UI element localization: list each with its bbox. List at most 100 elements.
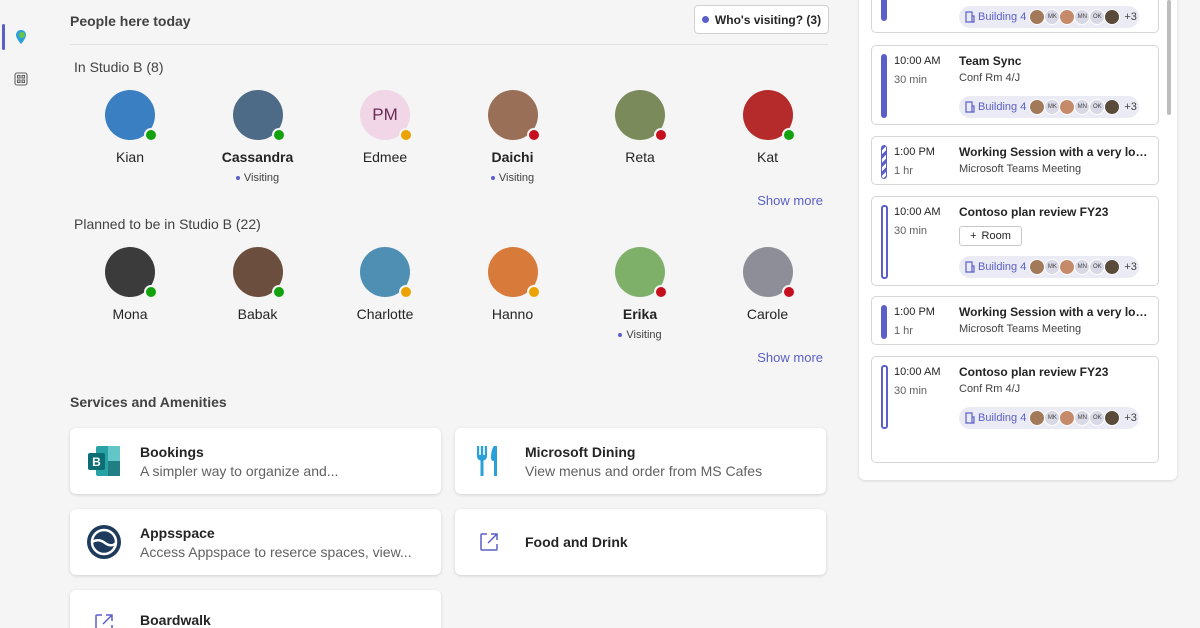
person-card[interactable]: Kian (70, 90, 190, 165)
building-label: Building 4 (978, 101, 1027, 113)
person-card[interactable]: PM Edmee (325, 90, 445, 165)
attendee-avatar (1059, 9, 1076, 25)
person-card[interactable]: Erika Visiting (580, 247, 700, 341)
bookings-icon: B (86, 443, 122, 479)
person-card[interactable]: Daichi Visiting (453, 90, 573, 184)
person-card[interactable]: Mona (70, 247, 190, 322)
service-title: Bookings (140, 443, 204, 460)
person-card[interactable]: Hanno (453, 247, 573, 322)
service-title: Microsoft Dining (525, 443, 636, 460)
visiting-tag: Visiting (198, 172, 318, 184)
avatar (232, 90, 286, 142)
avatar (105, 90, 158, 142)
event-card[interactable]: 10:00 AM 30 min Contoso plan review FY23… (871, 196, 1159, 286)
attendee-avatar (1059, 99, 1076, 115)
attendee-avatar: OK (1089, 9, 1106, 25)
avatar (742, 247, 796, 299)
avatar (105, 247, 158, 299)
avatar (742, 90, 796, 142)
event-duration: 1 hr (894, 165, 913, 177)
person-card[interactable]: Kat (708, 90, 828, 165)
event-time: 1:00 PM (894, 146, 935, 158)
event-card[interactable]: Building 4 MK MN OK +3 (871, 0, 1159, 33)
building-chip[interactable]: Building 4 MK MN OK +3 (959, 407, 1139, 429)
places-app-icon[interactable] (12, 28, 30, 46)
attendee-avatar (1029, 9, 1046, 25)
visiting-tag: Visiting (580, 329, 700, 341)
attendee-avatar: OK (1089, 410, 1106, 426)
service-card-dining[interactable]: Microsoft Dining View menus and order fr… (455, 428, 826, 494)
avatar (615, 247, 668, 299)
visiting-dot-icon (235, 176, 240, 181)
people-list-in-studio: Kian Cassandra Visiting PM Edmee Daichi Visiti… (70, 90, 830, 200)
avatar-initials: PM (372, 105, 398, 124)
service-desc: View menus and order from MS Cafes (525, 462, 763, 479)
event-card[interactable]: 1:00 PM 1 hr Working Session with a very… (871, 136, 1159, 185)
attendee-avatar (1059, 410, 1076, 426)
event-duration: 1 hr (894, 325, 913, 337)
building-chip[interactable]: Building 4 MK MN OK +3 (959, 6, 1139, 28)
building-icon (965, 101, 975, 113)
presence-available-icon (781, 128, 796, 142)
person-card[interactable]: Charlotte (325, 247, 445, 322)
divider (70, 44, 828, 45)
apps-grid-icon[interactable] (12, 70, 30, 88)
building-label: Building 4 (978, 261, 1027, 273)
presence-available-icon (144, 285, 158, 299)
attendee-avatar: MN (1074, 410, 1091, 426)
rail-active-indicator (2, 24, 5, 50)
agenda-scrollbar[interactable] (1167, 0, 1171, 115)
event-title: Working Session with a very lon... (959, 145, 1151, 159)
event-card[interactable]: 1:00 PM 1 hr Working Session with a very… (871, 296, 1159, 345)
add-room-label: Room (981, 230, 1011, 242)
show-more-link-planned[interactable]: Show more (757, 350, 823, 365)
service-title: Appsspace (140, 524, 215, 541)
attendee-avatar (1104, 410, 1121, 426)
person-card[interactable]: Babak (198, 247, 318, 322)
service-card-food-drink[interactable]: Food and Drink (455, 509, 826, 575)
plus-icon: + (970, 230, 977, 242)
service-desc: A simpler way to organize and... (140, 462, 339, 479)
building-chip[interactable]: Building 4 MK MN OK +3 (959, 96, 1139, 118)
avatar (360, 247, 413, 299)
building-icon (965, 11, 975, 23)
event-color-bar (881, 305, 887, 339)
person-name: Edmee (362, 149, 408, 165)
attendee-avatar: OK (1089, 259, 1106, 275)
open-external-icon (471, 524, 507, 560)
person-card[interactable]: Carole (708, 247, 828, 322)
attendee-avatar (1104, 9, 1121, 25)
event-duration: 30 min (894, 385, 928, 397)
event-card[interactable]: 10:00 AM 30 min Team Sync Conf Rm 4/J Bu… (871, 45, 1159, 125)
visiting-label: Visiting (243, 172, 280, 184)
more-attendees-count: +3 (1124, 11, 1137, 23)
service-card-boardwalk[interactable]: Boardwalk (70, 590, 441, 628)
group-title-planned: Planned to be in Studio B (22) (74, 216, 261, 232)
event-title: Contoso plan review FY23 (959, 365, 1109, 379)
event-location: Microsoft Teams Meeting (959, 323, 1082, 335)
service-card-appsspace[interactable]: Appsspace Access Appspace to reserce spa… (70, 509, 441, 575)
attendee-avatar: MK (1044, 259, 1061, 275)
visiting-tag: Visiting (453, 172, 573, 184)
attendee-avatar (1104, 259, 1121, 275)
building-icon (965, 261, 975, 273)
services-section-title: Services and Amenities (70, 394, 227, 410)
person-name: Reta (625, 149, 655, 165)
person-card[interactable]: Cassandra Visiting (198, 90, 318, 184)
whos-visiting-button[interactable]: Who's visiting? (3) (694, 5, 829, 34)
service-title: Food and Drink (525, 534, 628, 550)
service-title: Boardwalk (140, 612, 211, 628)
building-label: Building 4 (978, 11, 1027, 23)
add-room-button[interactable]: + Room (959, 226, 1022, 246)
event-card[interactable]: 10:00 AM 30 min Contoso plan review FY23… (871, 356, 1159, 463)
person-name: Hanno (491, 306, 534, 322)
person-card[interactable]: Reta (580, 90, 700, 165)
building-chip[interactable]: Building 4 MK MN OK +3 (959, 256, 1139, 278)
presence-available-icon (271, 285, 286, 299)
show-more-link-in-studio[interactable]: Show more (757, 193, 823, 208)
attendee-avatar: MK (1044, 99, 1061, 115)
more-attendees-count: +3 (1124, 101, 1137, 113)
visiting-dot-icon (490, 176, 495, 181)
service-card-bookings[interactable]: B Bookings A simpler way to organize and… (70, 428, 441, 494)
people-section-title: People here today (70, 13, 191, 29)
